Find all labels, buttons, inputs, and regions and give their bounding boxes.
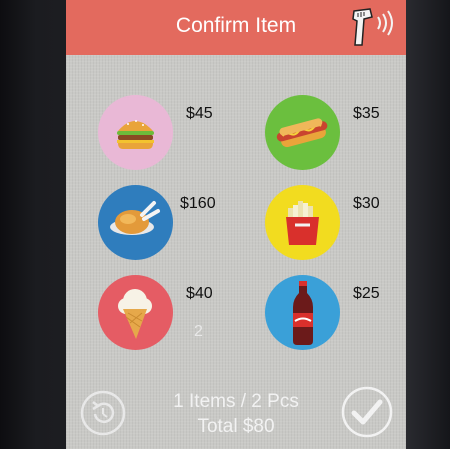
- menu-item-chicken[interactable]: $160: [98, 185, 258, 275]
- chicken-icon[interactable]: [98, 185, 173, 260]
- hotdog-icon[interactable]: [265, 95, 340, 170]
- menu-item-icecream[interactable]: $40 2: [98, 275, 258, 365]
- item-price: $160: [180, 195, 216, 212]
- menu-item-fries[interactable]: $30: [265, 185, 406, 275]
- fries-icon[interactable]: [265, 185, 340, 260]
- checkmark-icon[interactable]: [341, 386, 393, 438]
- item-quantity: 2: [194, 323, 203, 340]
- item-price: $45: [186, 105, 213, 122]
- item-price: $40: [186, 285, 213, 302]
- order-total: Total $80: [197, 416, 275, 437]
- menu-item-cola[interactable]: $25: [265, 275, 406, 365]
- item-price: $35: [353, 105, 380, 122]
- burger-icon[interactable]: [98, 95, 173, 170]
- reset-icon[interactable]: [80, 390, 126, 436]
- cola-bottle-icon[interactable]: [265, 275, 340, 350]
- item-price: $25: [353, 285, 380, 302]
- order-summary: 1 Items / 2 Pcs: [173, 391, 299, 412]
- barcode-scanner-icon[interactable]: [348, 5, 398, 51]
- header-bar: Confirm Item: [66, 0, 406, 55]
- kiosk-screen: Confirm Item $45 $35 $160 $30 $40 2 $25 …: [66, 0, 406, 449]
- menu-item-hotdog[interactable]: $35: [265, 95, 406, 185]
- menu-item-burger[interactable]: $45: [98, 95, 258, 185]
- item-price: $30: [353, 195, 380, 212]
- ice-cream-icon[interactable]: [98, 275, 173, 350]
